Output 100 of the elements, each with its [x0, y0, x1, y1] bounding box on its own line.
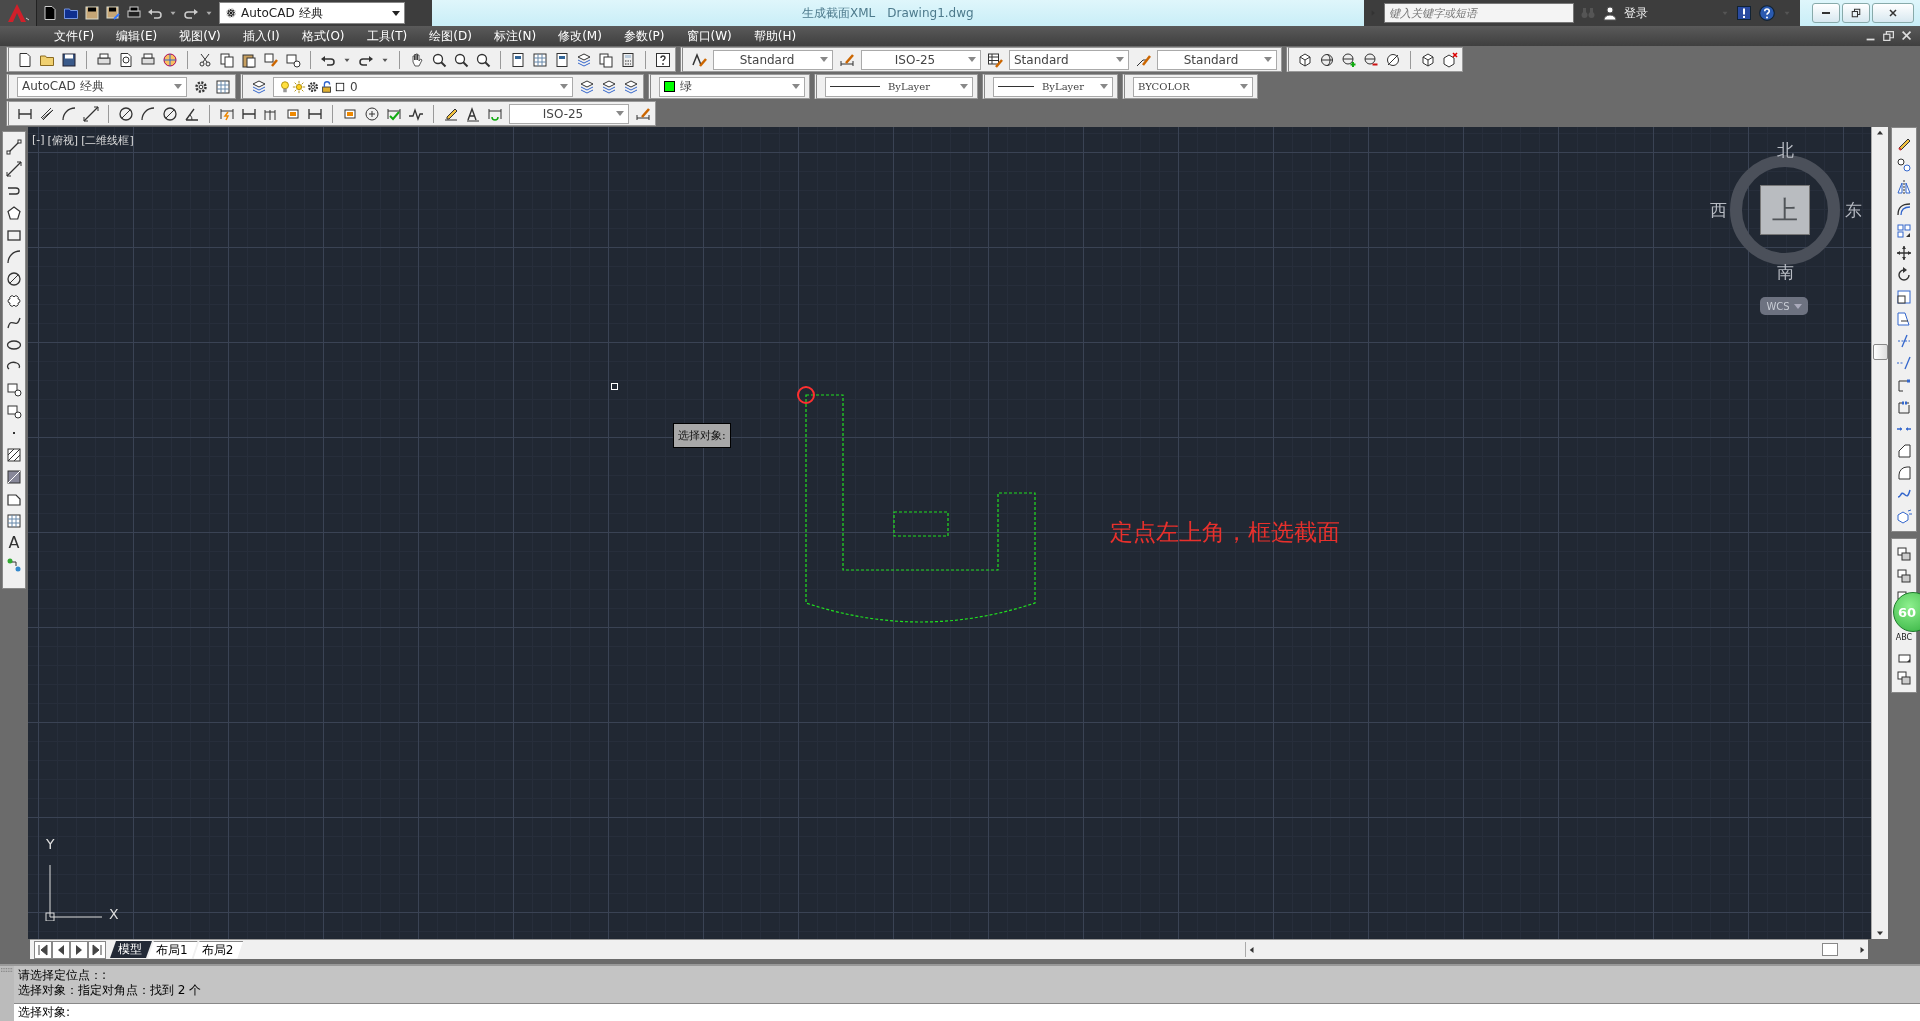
table-icon[interactable] [6, 513, 22, 529]
menu-item[interactable]: 视图(V) [169, 27, 233, 45]
properties-icon[interactable] [510, 51, 526, 68]
cube-delete-icon[interactable] [1442, 51, 1458, 68]
compass-south[interactable]: 南 [1776, 260, 1794, 284]
scale-icon[interactable] [1896, 289, 1912, 305]
spline-icon[interactable] [6, 315, 22, 331]
cube-icon[interactable] [1420, 51, 1436, 68]
new-file-icon[interactable] [17, 51, 33, 68]
chamfer-icon[interactable] [1896, 443, 1912, 459]
gear-icon[interactable] [193, 78, 209, 95]
menu-item[interactable]: 窗口(W) [676, 27, 744, 45]
sign-in-button[interactable]: 登录 [1624, 4, 1714, 22]
menu-item[interactable]: 格式(O) [291, 27, 357, 45]
new-file-icon[interactable] [42, 5, 58, 21]
menu-item[interactable]: 帮助(H) [743, 27, 809, 45]
make-block-icon[interactable] [6, 403, 22, 419]
arc-icon[interactable] [6, 249, 22, 265]
line-icon[interactable] [6, 139, 22, 155]
text-style-icon[interactable] [691, 51, 707, 68]
grid-icon[interactable] [532, 51, 548, 68]
mirror-icon[interactable] [1896, 179, 1912, 195]
palette-icon[interactable] [554, 51, 570, 68]
layer-state-icon[interactable] [623, 78, 639, 95]
workspace-dropdown[interactable]: AutoCAD 经典 [219, 2, 405, 24]
layout-tab[interactable]: 布局1 [148, 940, 198, 959]
user-icon[interactable] [1602, 5, 1618, 21]
insert-block-icon[interactable] [6, 381, 22, 397]
lineweight-dropdown[interactable]: ByLayer [993, 76, 1113, 97]
sphere-add-icon[interactable] [1341, 51, 1357, 68]
exchange-icon[interactable] [1736, 5, 1752, 21]
table-style-icon[interactable] [987, 51, 1003, 68]
arc-dimension-icon[interactable] [61, 105, 77, 122]
text-style-dropdown[interactable]: Standard [713, 49, 833, 70]
layout-tab[interactable]: 模型 [110, 941, 152, 958]
layout-tab[interactable]: 布局2 [193, 940, 244, 959]
dimension-style-dropdown[interactable]: ISO-25 [861, 49, 981, 70]
sphere-icon[interactable] [1319, 51, 1335, 68]
help-icon[interactable] [655, 51, 671, 68]
multileader-style-dropdown[interactable]: Standard [1157, 49, 1277, 70]
workspace-dropdown[interactable]: AutoCAD 经典 [17, 76, 187, 97]
draw-order-icon[interactable] [1896, 670, 1912, 686]
layer-previous-icon[interactable] [601, 78, 617, 95]
aligned-dimension-icon[interactable] [39, 105, 55, 122]
menu-item[interactable]: 修改(M) [548, 27, 614, 45]
plot-icon[interactable] [140, 51, 156, 68]
copy-icon[interactable] [219, 51, 235, 68]
print-icon[interactable] [96, 51, 112, 68]
globe-icon[interactable] [162, 51, 178, 68]
save-icon[interactable] [84, 5, 100, 21]
fillet-icon[interactable] [1896, 465, 1912, 481]
search-field[interactable]: 键入关键字或短语 [1384, 3, 1574, 23]
help-icon[interactable] [1758, 4, 1776, 22]
hatch-icon[interactable] [6, 447, 22, 463]
restore-icon[interactable] [1882, 29, 1896, 43]
explode-icon[interactable] [1896, 509, 1912, 525]
restore-button[interactable] [1842, 3, 1870, 23]
cut-icon[interactable] [197, 51, 213, 68]
menu-item[interactable]: 标注(N) [483, 27, 549, 45]
plot-style-dropdown[interactable]: BYCOLOR [1133, 76, 1253, 97]
menu-item[interactable]: 编辑(E) [106, 27, 170, 45]
open-folder-icon[interactable] [63, 5, 79, 21]
compass-west[interactable]: 西 [1709, 198, 1727, 222]
cloud-icon[interactable] [6, 293, 22, 309]
diameter-dimension-icon[interactable] [162, 105, 178, 122]
construction-line-icon[interactable] [6, 161, 22, 177]
print-preview-icon[interactable] [118, 51, 134, 68]
break-at-point-icon[interactable] [1896, 377, 1912, 393]
zoom-window-icon[interactable] [453, 51, 469, 68]
viewport-control[interactable]: [二维线框] [81, 133, 134, 148]
box-icon[interactable] [1297, 51, 1313, 68]
sphere-subtract-icon[interactable] [1363, 51, 1379, 68]
radius-dimension-icon[interactable] [118, 105, 134, 122]
center-mark-icon[interactable] [364, 105, 380, 122]
drawing-canvas[interactable]: [-] [俯视] [二维线框] 选择对象: 定点左上角，框选截面 北 西 上 东 南 WCS Y X [28, 127, 1871, 939]
array-icon[interactable] [1896, 223, 1912, 239]
add-selected-icon[interactable] [6, 557, 22, 573]
stretch-icon[interactable] [1896, 311, 1912, 327]
region-icon[interactable] [6, 491, 22, 507]
multiline-text-tool[interactable]: A [8, 535, 20, 551]
match-properties-icon[interactable] [263, 51, 279, 68]
save-as-icon[interactable] [105, 5, 121, 21]
menu-item[interactable]: 工具(T) [356, 27, 420, 45]
text-edit-tool[interactable]: ABC [1895, 634, 1913, 642]
pan-icon[interactable] [409, 51, 425, 68]
compass-north[interactable]: 北 [1776, 138, 1794, 162]
rectangle-icon[interactable] [6, 227, 22, 243]
scroll-thumb[interactable] [1872, 344, 1888, 360]
color-dropdown[interactable]: 绿 [659, 76, 805, 97]
extend-icon[interactable] [1896, 355, 1912, 371]
previous-tab-icon[interactable] [52, 940, 70, 959]
selected-section-outline[interactable] [805, 394, 1036, 623]
viewport-control[interactable]: [俯视] [47, 133, 79, 148]
minimize-button[interactable] [1812, 3, 1840, 23]
menu-item[interactable]: 插入(I) [232, 27, 292, 45]
layer-dropdown[interactable]: 0 [273, 76, 573, 97]
trim-icon[interactable] [1896, 333, 1912, 349]
layer-properties-icon[interactable] [251, 78, 267, 95]
polygon-icon[interactable] [6, 205, 22, 221]
gradient-icon[interactable] [6, 469, 22, 485]
